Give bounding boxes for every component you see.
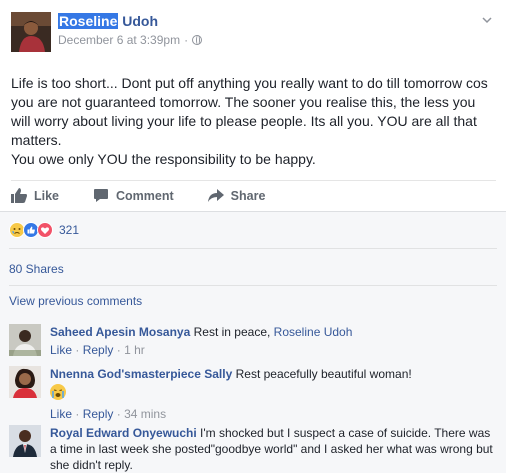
meta-separator: · — [184, 33, 189, 47]
shares-count-link[interactable]: 80 Shares — [9, 262, 64, 276]
like-label: Like — [34, 188, 60, 203]
author-last-name[interactable]: Udoh — [122, 13, 158, 29]
meta-separator: · — [75, 343, 80, 357]
author-first-name[interactable]: Roseline — [58, 13, 119, 29]
comment-text: Rest in peace, — [190, 325, 274, 339]
comment-text: Rest peacefully beautiful woman! — [232, 367, 412, 381]
like-button[interactable]: Like — [11, 188, 59, 203]
view-previous-comments-link[interactable]: View previous comments — [9, 294, 142, 308]
commenter-avatar[interactable] — [9, 324, 41, 356]
meta-separator: · — [75, 407, 80, 421]
mention-link[interactable]: Roseline Udoh — [274, 325, 353, 339]
divider — [9, 248, 497, 249]
meta-separator: · — [116, 407, 121, 421]
post-text: Life is too short... Dont put off anythi… — [11, 74, 495, 169]
reactions-summary[interactable]: 321 — [9, 222, 79, 238]
share-label: Share — [230, 188, 266, 203]
post-meta: December 6 at 3:39pm · — [58, 33, 203, 47]
comment-timestamp[interactable]: 1 hr — [124, 343, 145, 357]
commenter-avatar[interactable] — [9, 366, 41, 398]
crying-emoji-icon — [50, 384, 66, 400]
share-arrow-icon — [207, 189, 224, 202]
author-name[interactable]: Roseline Udoh — [58, 13, 158, 29]
comment-reply-button[interactable]: Reply — [83, 343, 114, 357]
commenter-name[interactable]: Nnenna God'smasterpiece Sally — [50, 367, 232, 381]
comment-icon — [94, 189, 109, 202]
post-paragraph: Life is too short... Dont put off anythi… — [11, 75, 488, 148]
comment-like-button[interactable]: Like — [50, 407, 72, 421]
commenter-name[interactable]: Royal Edward Onyewuchi — [50, 426, 197, 440]
comment-body: Saheed Apesin Mosanya Rest in peace, Ros… — [50, 324, 496, 358]
post-card: Roseline Udoh December 6 at 3:39pm · Lif… — [0, 0, 506, 473]
post-header: Roseline Udoh December 6 at 3:39pm · — [11, 12, 496, 60]
comment-meta: Like · Reply · 1 hr — [50, 342, 496, 358]
post-actions: Like Comment Share — [11, 180, 496, 210]
comment-meta: Like · Reply · 34 mins — [50, 406, 496, 422]
post-paragraph: You owe only YOU the responsibility to b… — [11, 151, 316, 167]
comment-button[interactable]: Comment — [93, 188, 174, 203]
post-timestamp[interactable]: December 6 at 3:39pm — [58, 33, 180, 47]
share-button[interactable]: Share — [207, 188, 266, 203]
reaction-count[interactable]: 321 — [59, 223, 79, 237]
feedback-section: 321 80 Shares View previous comments Sah… — [0, 211, 506, 473]
comment-timestamp[interactable]: 34 mins — [124, 407, 166, 421]
thumbs-up-icon — [11, 188, 27, 203]
commenter-avatar[interactable] — [9, 425, 41, 457]
globe-icon[interactable] — [192, 35, 203, 45]
commenter-name[interactable]: Saheed Apesin Mosanya — [50, 325, 190, 339]
meta-separator: · — [116, 343, 121, 357]
love-reaction-icon — [37, 222, 53, 238]
chevron-down-icon[interactable] — [480, 14, 494, 28]
divider — [9, 285, 497, 286]
comment-reply-button[interactable]: Reply — [83, 407, 114, 421]
comment-body: Royal Edward Onyewuchi I'm shocked but I… — [50, 425, 496, 473]
comment-body: Nnenna God'smasterpiece Sally Rest peace… — [50, 366, 496, 422]
comment-like-button[interactable]: Like — [50, 343, 72, 357]
author-avatar[interactable] — [11, 12, 51, 52]
comment-label: Comment — [116, 188, 174, 203]
